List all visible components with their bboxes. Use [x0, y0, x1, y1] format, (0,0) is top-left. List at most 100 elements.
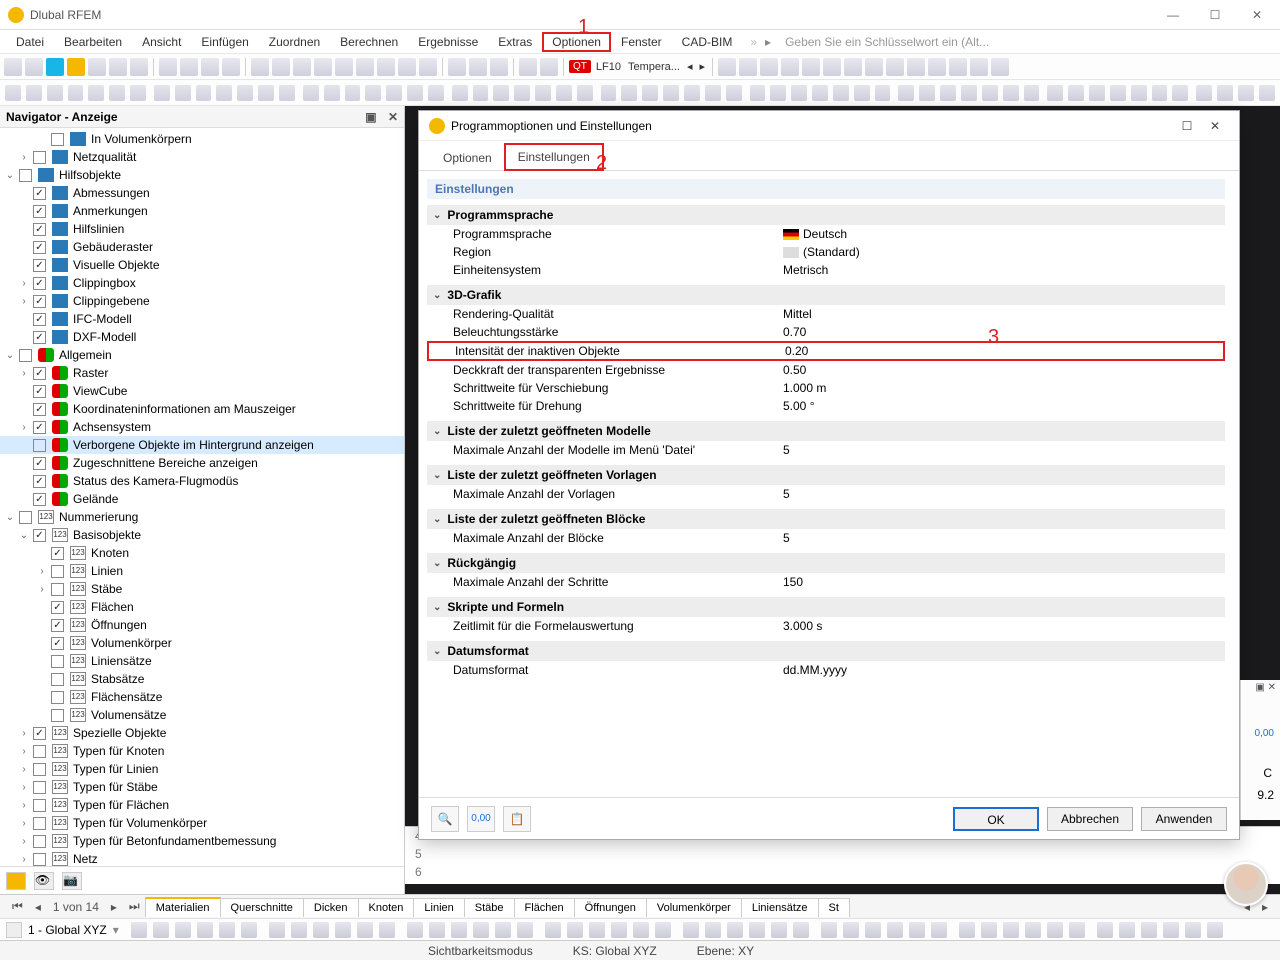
tb3-23-icon[interactable] [655, 922, 671, 938]
t6-icon[interactable] [398, 58, 416, 76]
tree-item-16[interactable]: ›Achsensystem [0, 418, 404, 436]
tb3-2-icon[interactable] [175, 922, 191, 938]
tree-item-34[interactable]: ›123Typen für Knoten [0, 742, 404, 760]
tb2-34-icon[interactable] [726, 85, 742, 101]
tb3-45-icon[interactable] [1163, 922, 1179, 938]
bottom-tab-volumenkörper[interactable]: Volumenkörper [646, 898, 742, 917]
tree-checkbox[interactable] [19, 349, 32, 362]
tb2-2-icon[interactable] [47, 85, 63, 101]
t12-icon[interactable] [540, 58, 558, 76]
tb3-44-icon[interactable] [1141, 922, 1157, 938]
cloud-icon[interactable] [46, 58, 64, 76]
cancel-button[interactable]: Abbrechen [1047, 807, 1133, 831]
tree-checkbox[interactable] [51, 565, 64, 578]
tb2-57-icon[interactable] [1217, 85, 1233, 101]
tree-checkbox[interactable] [51, 601, 64, 614]
tb2-15-icon[interactable] [324, 85, 340, 101]
setting-row-1-3[interactable]: Deckkraft der transparenten Ergebnisse0.… [427, 361, 1225, 379]
nav-undock-icon[interactable]: ▣ [365, 110, 376, 124]
tree-checkbox[interactable] [33, 205, 46, 218]
tree-item-24[interactable]: ›123Linien [0, 562, 404, 580]
undo-icon[interactable] [201, 58, 219, 76]
tb3-41-icon[interactable] [1069, 922, 1085, 938]
tree-checkbox[interactable] [33, 745, 46, 758]
tb3-9-icon[interactable] [335, 922, 351, 938]
group-head-2[interactable]: ⌄Liste der zuletzt geöffneten Modelle [427, 421, 1225, 441]
t8-icon[interactable] [448, 58, 466, 76]
tree-checkbox[interactable] [33, 241, 46, 254]
tb3-22-icon[interactable] [633, 922, 649, 938]
tb3-28-icon[interactable] [771, 922, 787, 938]
tb3-36-icon[interactable] [959, 922, 975, 938]
tb2-9-icon[interactable] [196, 85, 212, 101]
tree-item-32[interactable]: 123Volumensätze [0, 706, 404, 724]
tb2-58-icon[interactable] [1238, 85, 1254, 101]
tree-checkbox[interactable] [33, 259, 46, 272]
copy-icon[interactable] [159, 58, 177, 76]
tb2-22-icon[interactable] [473, 85, 489, 101]
t1-icon[interactable] [293, 58, 311, 76]
bottom-tab-liniensätze[interactable]: Liniensätze [741, 898, 819, 917]
t25-icon[interactable] [970, 58, 988, 76]
tb2-38-icon[interactable] [812, 85, 828, 101]
cs-icon[interactable] [6, 922, 22, 938]
tb2-49-icon[interactable] [1047, 85, 1063, 101]
setting-row-1-2[interactable]: Intensität der inaktiven Objekte0.20 [427, 341, 1225, 361]
t23-icon[interactable] [928, 58, 946, 76]
tb3-21-icon[interactable] [611, 922, 627, 938]
tree-checkbox[interactable] [19, 511, 32, 524]
tb2-16-icon[interactable] [345, 85, 361, 101]
tab-optionen[interactable]: Optionen [431, 146, 504, 170]
menu-overflow-icon[interactable]: » [742, 35, 765, 49]
tb2-11-icon[interactable] [237, 85, 253, 101]
tree-checkbox[interactable] [33, 277, 46, 290]
tb3-34-icon[interactable] [909, 922, 925, 938]
setting-row-2-0[interactable]: Maximale Anzahl der Modelle im Menü 'Dat… [427, 441, 1225, 459]
lf-combo[interactable]: Tempera... [626, 61, 682, 73]
t11-icon[interactable] [519, 58, 537, 76]
grid-row-5[interactable]: 5 [405, 845, 1280, 863]
t2-icon[interactable] [314, 58, 332, 76]
tree-item-25[interactable]: ›123Stäbe [0, 580, 404, 598]
tree-item-26[interactable]: 123Flächen [0, 598, 404, 616]
tb2-25-icon[interactable] [535, 85, 551, 101]
tb2-5-icon[interactable] [109, 85, 125, 101]
tb3-16-icon[interactable] [495, 922, 511, 938]
tb2-28-icon[interactable] [601, 85, 617, 101]
tb2-23-icon[interactable] [493, 85, 509, 101]
t24-icon[interactable] [949, 58, 967, 76]
tree-item-38[interactable]: ›123Typen für Volumenkörper [0, 814, 404, 832]
tree-item-18[interactable]: Zugeschnittene Bereiche anzeigen [0, 454, 404, 472]
tb2-33-icon[interactable] [705, 85, 721, 101]
setting-row-1-4[interactable]: Schrittweite für Verschiebung1.000 m [427, 379, 1225, 397]
tb3-24-icon[interactable] [683, 922, 699, 938]
tb2-54-icon[interactable] [1152, 85, 1168, 101]
grid-icon[interactable] [251, 58, 269, 76]
tree-checkbox[interactable] [33, 331, 46, 344]
ok-button[interactable]: OK [953, 807, 1039, 831]
tree-checkbox[interactable] [33, 763, 46, 776]
tb2-39-icon[interactable] [833, 85, 849, 101]
tb3-46-icon[interactable] [1185, 922, 1201, 938]
tb3-32-icon[interactable] [865, 922, 881, 938]
t9-icon[interactable] [469, 58, 487, 76]
t13-icon[interactable] [718, 58, 736, 76]
tb2-18-icon[interactable] [386, 85, 402, 101]
lf-label[interactable]: LF10 [594, 61, 623, 73]
dialog-units-icon[interactable]: 0,00 [467, 806, 495, 832]
group-head-1[interactable]: ⌄3D-Grafik [427, 285, 1225, 305]
tb3-10-icon[interactable] [357, 922, 373, 938]
maximize-button[interactable]: ☐ [1200, 8, 1230, 22]
tree-checkbox[interactable] [51, 133, 64, 146]
grid-row-6[interactable]: 6 [405, 863, 1280, 881]
assistant-avatar[interactable] [1224, 862, 1268, 906]
setting-value[interactable]: 5.00 ° [783, 399, 1225, 413]
tb3-6-icon[interactable] [269, 922, 285, 938]
tree-item-22[interactable]: ⌄123Basisobjekte [0, 526, 404, 544]
t7-icon[interactable] [419, 58, 437, 76]
tree-checkbox[interactable] [33, 799, 46, 812]
group-head-7[interactable]: ⌄Datumsformat [427, 641, 1225, 661]
tree-checkbox[interactable] [33, 529, 46, 542]
tb3-8-icon[interactable] [313, 922, 329, 938]
setting-row-7-0[interactable]: Datumsformatdd.MM.yyyy [427, 661, 1225, 679]
